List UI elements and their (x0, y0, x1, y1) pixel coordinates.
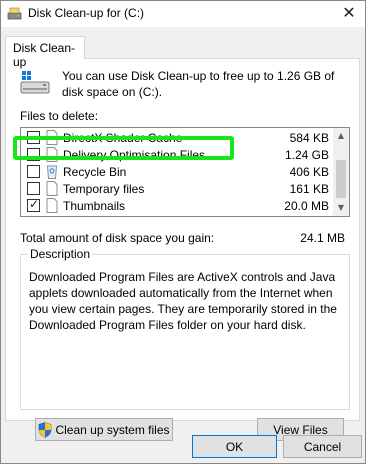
description-group: Description Downloaded Program Files are… (20, 247, 350, 441)
file-icon (46, 130, 58, 145)
file-size: 20.0 MB (284, 199, 329, 213)
description-legend: Description (28, 247, 93, 261)
tab-disk-cleanup[interactable]: Disk Clean-up (5, 36, 85, 69)
ok-button[interactable]: OK (192, 435, 277, 458)
file-size: 584 KB (289, 131, 329, 145)
files-to-delete-label: Files to delete: (20, 109, 99, 123)
file-size: 406 KB (289, 165, 329, 179)
list-item[interactable]: Recycle Bin 406 KB (21, 163, 335, 180)
checkbox[interactable] (27, 182, 40, 195)
close-icon[interactable]: ✕ (339, 3, 359, 23)
description-text: Downloaded Program Files are ActiveX con… (29, 270, 337, 332)
intro-text: You can use Disk Clean-up to free up to … (62, 69, 335, 99)
list-item[interactable]: DirectX Shader Cache 584 KB (21, 129, 335, 146)
checkbox[interactable] (27, 131, 40, 144)
list-item[interactable]: Delivery Optimisation Files 1.24 GB (21, 146, 335, 163)
title-bar[interactable]: Disk Clean-up for (C:) ✕ (1, 1, 365, 27)
file-name: Delivery Optimisation Files (63, 148, 206, 162)
file-size: 161 KB (289, 182, 329, 196)
disk-cleanup-window: Disk Clean-up for (C:) ✕ Disk Clean-up Y… (0, 0, 366, 464)
window-title: Disk Clean-up for (C:) (28, 6, 145, 20)
file-icon (46, 147, 58, 162)
disk-cleanup-panel: You can use Disk Clean-up to free up to … (5, 58, 360, 441)
file-name: Temporary files (63, 182, 145, 196)
drive-icon (20, 71, 50, 94)
disk-cleanup-app-icon (7, 7, 22, 20)
total-space-value: 24.1 MB (300, 231, 345, 245)
list-item[interactable]: ✓ Thumbnails 20.0 MB (21, 197, 335, 214)
list-scrollbar[interactable]: ▲ ▼ (333, 128, 349, 216)
list-item[interactable]: Temporary files 161 KB (21, 180, 335, 197)
clean-up-system-files-label: Clean up system files (55, 422, 170, 437)
scroll-down-arrow-icon[interactable]: ▼ (333, 200, 349, 216)
scroll-thumb[interactable] (336, 160, 346, 198)
total-space-label: Total amount of disk space you gain: (20, 231, 215, 245)
file-name: Thumbnails (63, 199, 126, 213)
scroll-up-arrow-icon[interactable]: ▲ (333, 128, 349, 144)
cancel-button[interactable]: Cancel (283, 435, 362, 458)
file-icon (46, 181, 58, 196)
file-icon (46, 198, 58, 213)
file-name: Recycle Bin (63, 165, 127, 179)
uac-shield-icon (39, 421, 52, 438)
checkbox[interactable] (27, 165, 40, 178)
clean-up-system-files-button[interactable]: Clean up system files (35, 418, 173, 441)
checkmark-icon: ✓ (29, 197, 40, 211)
file-name: DirectX Shader Cache (63, 131, 183, 145)
checkbox-checked[interactable]: ✓ (27, 197, 40, 212)
file-size: 1.24 GB (284, 148, 329, 162)
checkbox[interactable] (27, 148, 40, 161)
files-to-delete-list[interactable]: DirectX Shader Cache 584 KB Delivery Opt… (20, 127, 350, 217)
recycle-bin-icon (46, 165, 58, 179)
